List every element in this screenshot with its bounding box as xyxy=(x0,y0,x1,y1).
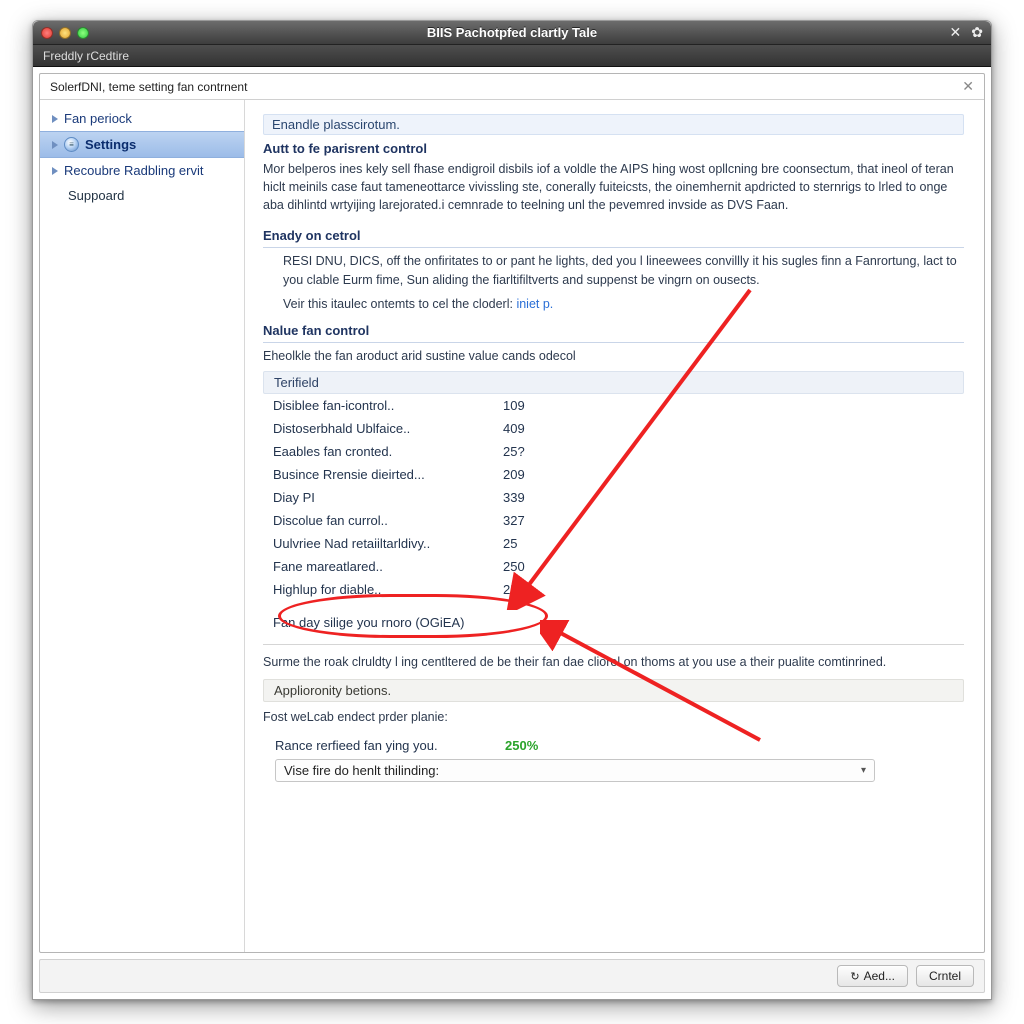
minimize-window-button[interactable] xyxy=(59,27,71,39)
aed-button[interactable]: ↻ Aed... xyxy=(837,965,908,987)
zoom-window-button[interactable] xyxy=(77,27,89,39)
content-pane: Enandle plasscirotum. Autt to fe parisre… xyxy=(245,100,984,952)
thilinding-dropdown[interactable]: Vise fire do henlt thilinding: ▾ xyxy=(275,759,875,782)
close-window-button[interactable] xyxy=(41,27,53,39)
inline-link[interactable]: iniet p. xyxy=(516,297,553,311)
window-title: BIIS Pachotpfed clartly Tale xyxy=(33,25,991,40)
settings-icon: ≡ xyxy=(64,137,79,152)
sidebar-item-label: Fan periock xyxy=(64,111,132,126)
table-row[interactable]: Fane mareatlared..250 xyxy=(263,555,964,578)
paragraph: Mor belperos ines kely sell fhase endigr… xyxy=(263,160,964,214)
value-label: Rance rerfieed fan ying you. xyxy=(275,738,505,753)
refresh-icon: ↻ xyxy=(850,970,859,983)
chevron-right-icon xyxy=(52,141,58,149)
dialog-footer: ↻ Aed... Crntel xyxy=(39,959,985,993)
table-footnote: Fan day silige you rnoro (OGiEA) xyxy=(263,615,964,630)
app-window: BIIS Pachotpfed clartly Tale ✕ ✿ Freddly… xyxy=(32,20,992,1000)
heading-nalue: Nalue fan control xyxy=(263,323,964,343)
heading-enady: Enady on cetrol xyxy=(263,228,964,248)
panel-close-icon[interactable]: ✕ xyxy=(962,78,974,95)
value-percent: 250% xyxy=(505,738,538,753)
paragraph: Eheolkle the fan aroduct arid sustine va… xyxy=(263,347,964,365)
table-row-highlighted[interactable]: Discolue fan currol..327 xyxy=(263,509,964,532)
sidebar-item-label: Settings xyxy=(85,137,136,152)
close-icon[interactable]: ✕ xyxy=(950,24,962,41)
panel-header: SolerfDNI, teme setting fan contrnent ✕ xyxy=(40,74,984,100)
section-header: Applioronity betions. xyxy=(263,679,964,702)
chevron-right-icon xyxy=(52,115,58,123)
info-banner: Enandle plasscirotum. xyxy=(263,114,964,135)
table-row[interactable]: Busince Rrensie dieirted...209 xyxy=(263,463,964,486)
sidebar-item-settings[interactable]: ≡ Settings xyxy=(40,131,244,158)
sidebar-item-label: Suppoard xyxy=(68,188,124,203)
value-row: Rance rerfieed fan ying you. 250% xyxy=(263,732,964,759)
dropdown-label: Vise fire do henlt thilinding: xyxy=(284,763,439,778)
gear-icon[interactable]: ✿ xyxy=(971,24,983,41)
toolbar-label: Freddly rCedtire xyxy=(43,49,129,63)
table-header: Terifield xyxy=(263,371,964,394)
table-row[interactable]: Uulvriee Nad retaiiltarldivy..25 xyxy=(263,532,964,555)
table-row[interactable]: Highlup for diable..25 xyxy=(263,578,964,601)
sidebar: Fan periock ≡ Settings Recoubre Radbling… xyxy=(40,100,245,952)
titlebar: BIIS Pachotpfed clartly Tale ✕ ✿ xyxy=(33,21,991,45)
sidebar-item-label: Recoubre Radbling ervit xyxy=(64,163,203,178)
sidebar-item-recoubre[interactable]: Recoubre Radbling ervit xyxy=(40,158,244,183)
paragraph: Surme the roak clruldty l ing centltered… xyxy=(263,653,964,671)
fan-values-table: Terifield Disiblee fan-icontrol..109 Dis… xyxy=(263,371,964,630)
toolbar: Freddly rCedtire xyxy=(33,45,991,67)
sidebar-item-fan-periock[interactable]: Fan periock xyxy=(40,106,244,131)
sidebar-item-suppoard[interactable]: Suppoard xyxy=(40,183,244,208)
table-row[interactable]: Disiblee fan-icontrol..109 xyxy=(263,394,964,417)
divider xyxy=(263,644,964,645)
chevron-down-icon: ▾ xyxy=(861,765,866,776)
inner-panel: SolerfDNI, teme setting fan contrnent ✕ … xyxy=(39,73,985,953)
chevron-right-icon xyxy=(52,167,58,175)
crtel-button[interactable]: Crntel xyxy=(916,965,974,987)
panel-header-text: SolerfDNI, teme setting fan contrnent xyxy=(50,80,247,94)
paragraph: Veir this itaulec ontemts to cel the clo… xyxy=(263,295,964,313)
table-row[interactable]: Diay PI339 xyxy=(263,486,964,509)
table-row[interactable]: Distoserbhald Ublfaice..409 xyxy=(263,417,964,440)
paragraph: Fost weLcab endect prder planie: xyxy=(263,708,964,726)
table-row[interactable]: Eaables fan cronted.25? xyxy=(263,440,964,463)
heading-auto-control: Autt to fe parisrent control xyxy=(263,141,964,156)
paragraph: RESI DNU, DICS, off the onfiritates to o… xyxy=(263,252,964,288)
window-controls xyxy=(41,27,89,39)
